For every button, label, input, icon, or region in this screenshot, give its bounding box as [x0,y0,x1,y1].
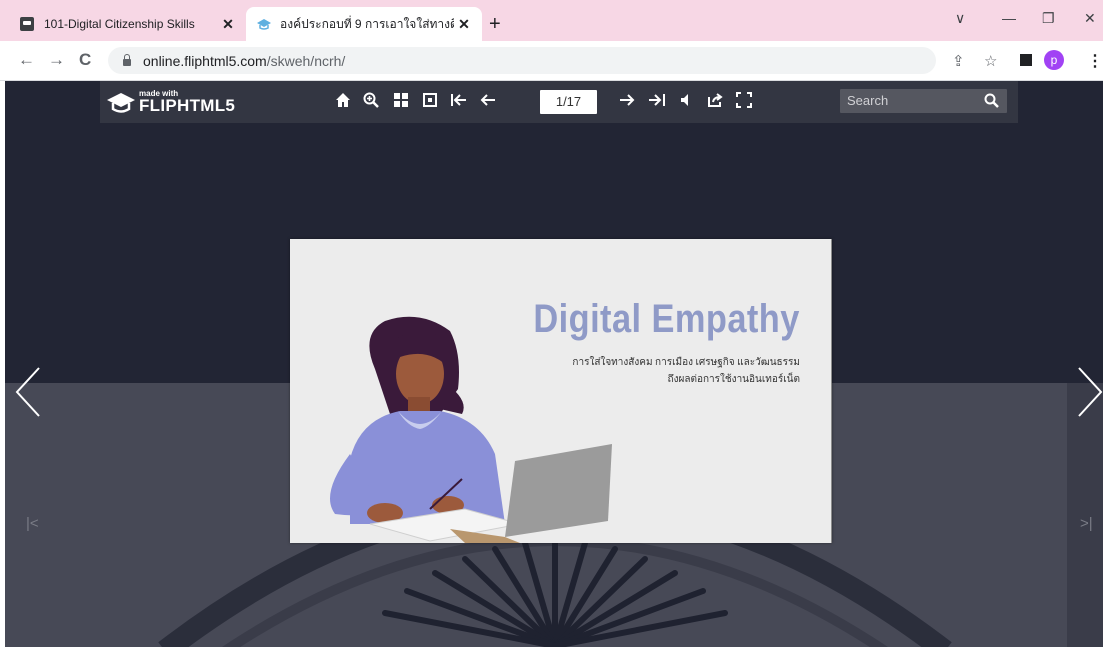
last-page-side-icon[interactable]: >| [1080,515,1093,532]
tab-search-chevron-icon[interactable]: ∨ [955,10,965,27]
brand-name: FLIPHTML5 [139,96,236,115]
reload-icon[interactable]: C [79,50,91,70]
bookmark-star-icon[interactable]: ☆ [984,52,997,70]
side-panel-icon[interactable] [1020,54,1032,66]
back-arrow-icon[interactable]: ← [18,50,35,70]
url-path: /skweh/ncrh/ [266,52,346,69]
window-close-icon[interactable]: ✕ [1084,10,1096,27]
tab-title: 101-Digital Citizenship Skills [44,17,195,31]
forward-arrow-icon[interactable]: → [48,50,65,70]
share-page-icon[interactable]: ⇪ [952,52,965,70]
address-bar[interactable]: online.fliphtml5.com/skweh/ncrh/ [108,47,936,74]
url-host: online.fliphtml5.com [143,52,267,69]
tab-digital-citizenship[interactable]: 101-Digital Citizenship Skills ✕ [10,7,246,41]
tab-digital-empathy[interactable]: องค์ประกอบที่ 9 การเอาใจใส่ทางดิจิทัล ✕ [246,7,482,41]
previous-page-chevron-icon[interactable] [13,366,43,418]
browser-toolbar: ← → C online.fliphtml5.com/skweh/ncrh/ ⇪… [0,41,1103,81]
minimize-icon[interactable]: — [1002,10,1016,26]
sound-icon[interactable] [677,92,697,113]
profile-avatar[interactable]: p [1044,50,1064,70]
page-number-input[interactable]: 1/17 [540,90,597,114]
home-icon[interactable] [333,92,353,113]
new-tab-plus-icon[interactable]: + [489,13,501,36]
thumbnails-icon[interactable] [391,92,411,113]
restore-icon[interactable]: ❐ [1042,10,1055,27]
fliphtml5-favicon-icon [257,19,271,30]
search-icon[interactable] [984,93,999,108]
viewer-toolbar: made with FLIPHTML5 1/17 Search [100,81,1018,123]
page-edge [831,239,832,543]
next-page-chevron-icon[interactable] [1075,366,1103,418]
first-page-side-icon[interactable]: |< [26,515,39,532]
menu-kebab-icon[interactable]: ⋮ [1087,51,1103,71]
search-input[interactable]: Search [840,89,1007,113]
search-placeholder: Search [847,93,889,108]
fliphtml5-logo[interactable]: made with FLIPHTML5 [104,87,236,117]
page-subtitle-line2: ถึงผลต่อการใช้งานอินเทอร์เน็ต [667,374,800,385]
page-title: Digital Empathy [533,297,800,341]
woman-with-laptop-illustration [330,316,612,543]
last-page-icon[interactable] [647,92,667,113]
fullscreen-icon[interactable] [734,92,754,113]
flipbook-viewer: made with FLIPHTML5 1/17 Search |< >| Di… [5,81,1103,647]
tab-title: องค์ประกอบที่ 9 การเอาใจใส่ทางดิจิทัล [280,16,454,31]
first-page-icon[interactable] [449,92,469,113]
zoom-in-icon[interactable] [361,92,381,113]
close-icon[interactable]: ✕ [218,16,238,33]
share-icon[interactable] [705,92,725,113]
graduation-cap-icon [107,93,135,113]
lock-icon[interactable] [123,54,131,66]
single-page-icon[interactable] [420,92,440,113]
close-icon[interactable]: ✕ [454,16,474,33]
next-page-icon[interactable] [617,92,637,113]
bookmark-favicon-icon [20,17,34,31]
browser-tab-strip: 101-Digital Citizenship Skills ✕ องค์ประ… [0,0,1103,41]
book-page[interactable]: Digital Empathy การใส่ใจทางสังคม การเมือ… [290,239,832,543]
previous-page-icon[interactable] [478,92,498,113]
page-subtitle-line1: การใส่ใจทางสังคม การเมือง เศรษฐกิจ และวั… [572,357,800,368]
